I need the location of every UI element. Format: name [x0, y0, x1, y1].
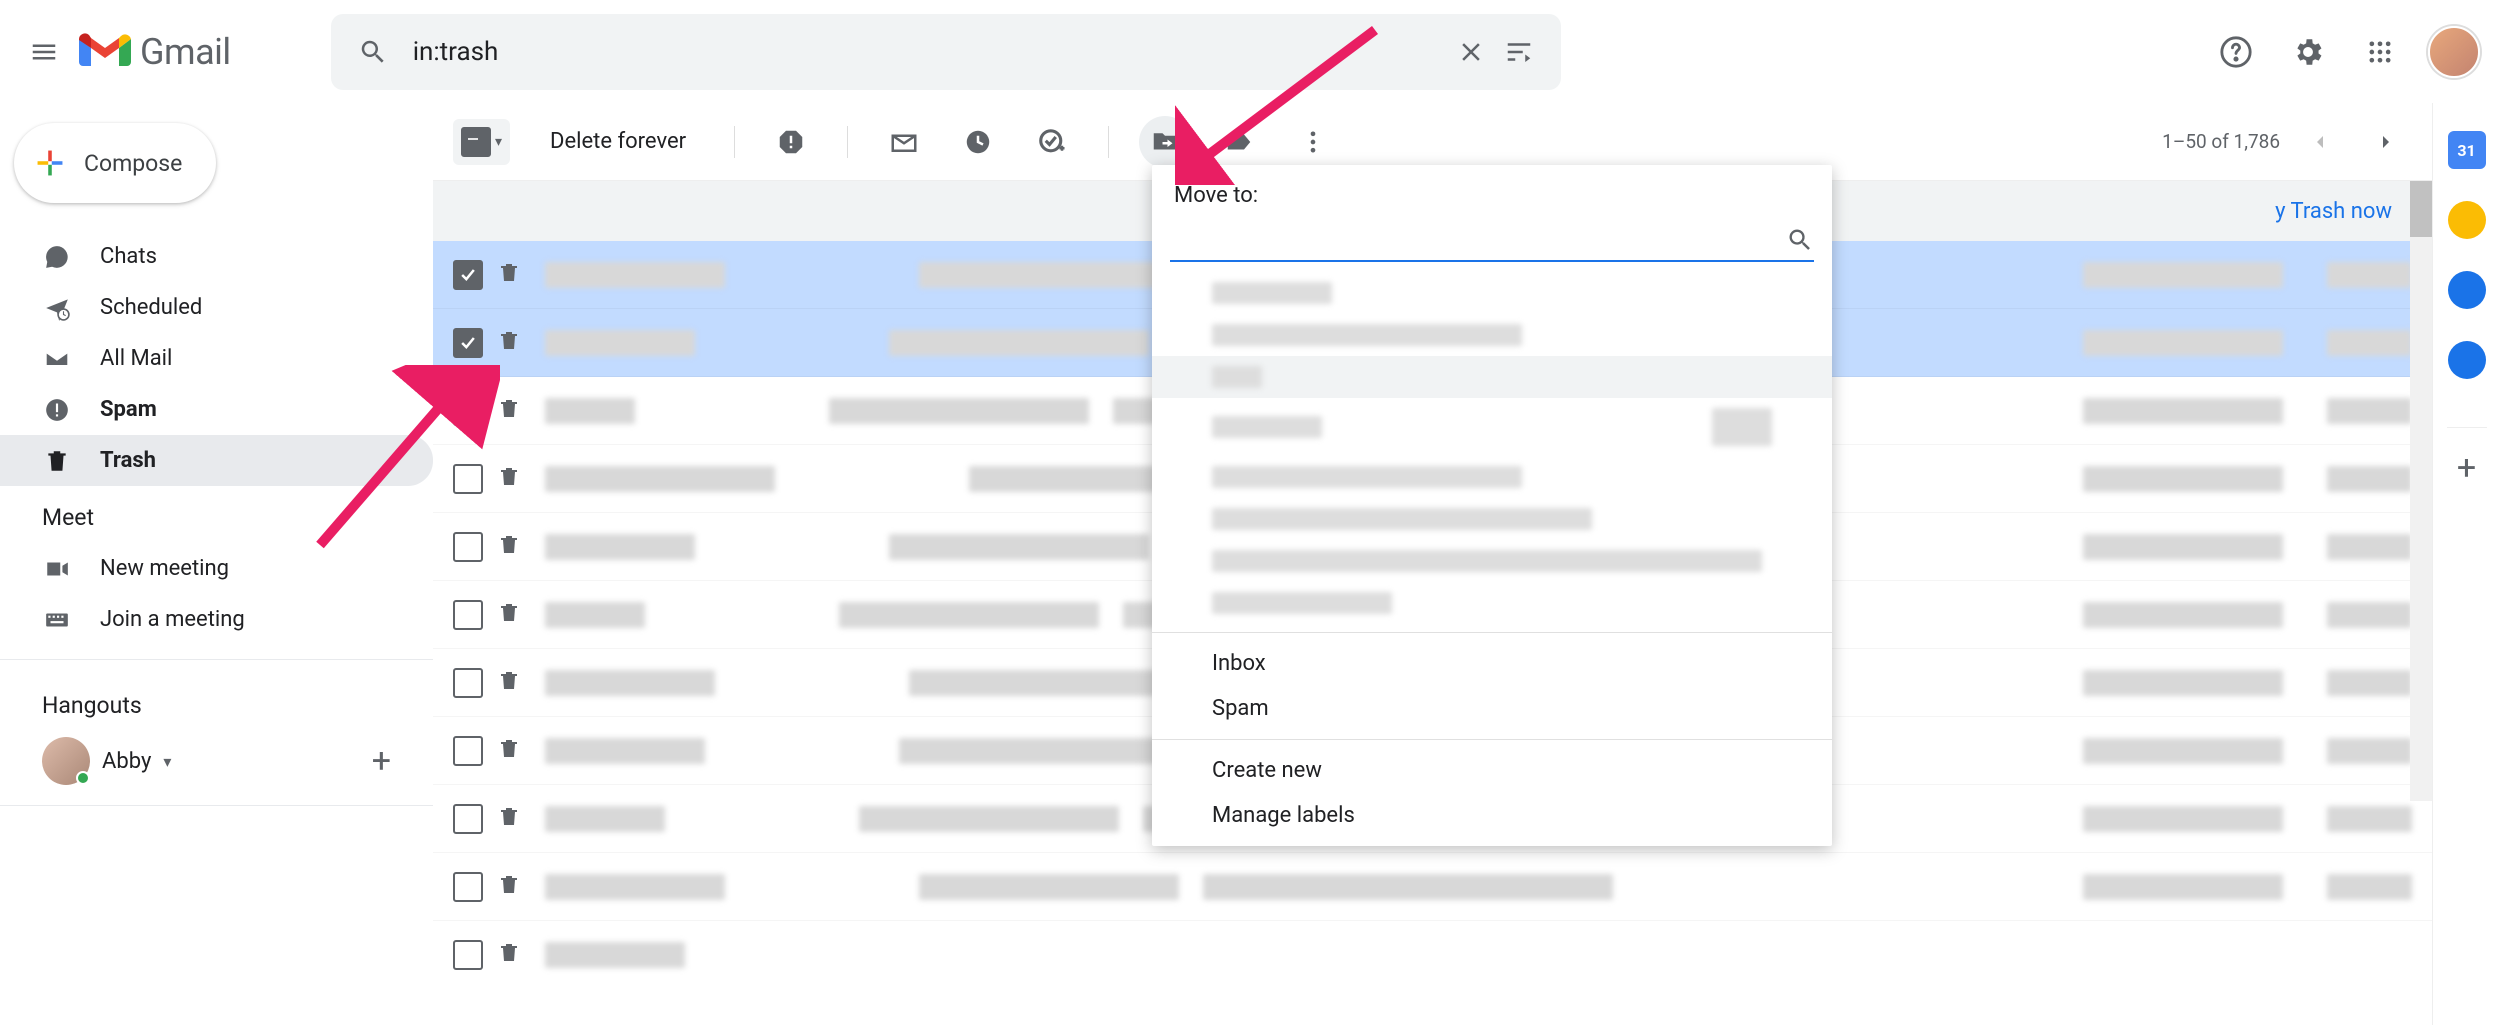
scrollbar-thumb[interactable] [2410, 181, 2432, 237]
dropdown-label-item[interactable] [1152, 498, 1832, 540]
trash-icon [497, 805, 521, 833]
dropdown-inbox-item[interactable]: Inbox [1152, 641, 1832, 686]
compose-label: Compose [84, 150, 182, 177]
sidebar-item-scheduled[interactable]: Scheduled [0, 282, 433, 333]
keyboard-icon [42, 607, 72, 633]
row-checkbox[interactable] [453, 804, 483, 834]
report-spam-button[interactable] [765, 116, 817, 168]
allmail-icon [42, 346, 72, 372]
select-all-checkbox[interactable]: ▾ [453, 119, 510, 165]
compose-button[interactable]: Compose [14, 123, 216, 203]
row-checkbox[interactable] [453, 940, 483, 970]
main-menu-button[interactable] [20, 28, 68, 76]
apps-icon[interactable] [2356, 28, 2404, 76]
dropdown-label-item[interactable] [1152, 314, 1832, 356]
contacts-app-icon[interactable] [2448, 341, 2486, 379]
tasks-app-icon[interactable] [2448, 271, 2486, 309]
spam-icon [42, 397, 72, 423]
hangouts-user-row[interactable]: Abby ▾ + [0, 731, 433, 791]
dropdown-search-input[interactable] [1170, 222, 1786, 258]
trash-icon [42, 448, 72, 474]
row-checkbox[interactable] [453, 600, 483, 630]
hangouts-avatar [42, 737, 90, 785]
right-sidepanel: 31 + [2432, 103, 2500, 1025]
clear-search-icon[interactable] [1447, 28, 1495, 76]
chat-icon [42, 244, 72, 270]
keep-app-icon[interactable] [2448, 201, 2486, 239]
search-icon [1786, 226, 1814, 254]
help-icon[interactable] [2212, 28, 2260, 76]
vertical-scrollbar[interactable] [2410, 181, 2432, 801]
hangouts-section-header: Hangouts [0, 674, 433, 731]
add-app-button[interactable]: + [2447, 427, 2487, 488]
trash-icon [497, 941, 521, 969]
add-to-tasks-button[interactable] [1026, 116, 1078, 168]
sidebar-item-chats[interactable]: Chats [0, 231, 433, 282]
dropdown-label-item[interactable] [1152, 582, 1832, 624]
plus-icon [34, 147, 66, 179]
gmail-m-icon [78, 32, 132, 72]
gmail-logo-text: Gmail [140, 31, 231, 73]
video-icon [42, 556, 72, 582]
trash-icon [497, 601, 521, 629]
empty-trash-link[interactable]: y Trash now [2275, 199, 2392, 224]
dropdown-label-item[interactable] [1152, 356, 1832, 398]
dropdown-label-item[interactable] [1152, 540, 1832, 582]
message-row[interactable] [433, 853, 2432, 921]
dropdown-create-new-item[interactable]: Create new [1152, 748, 1832, 793]
trash-icon [497, 261, 521, 289]
trash-icon [497, 465, 521, 493]
hamburger-icon [29, 37, 59, 67]
presence-indicator [76, 771, 90, 785]
row-checkbox[interactable] [453, 872, 483, 902]
message-row[interactable] [433, 921, 2432, 989]
gmail-logo[interactable]: Gmail [78, 31, 231, 73]
annotation-arrow-left [300, 365, 500, 565]
pagination-info: 1–50 of 1,786 [2162, 130, 2280, 153]
trash-icon [497, 737, 521, 765]
sidebar-item-join-meeting[interactable]: Join a meeting [0, 594, 433, 645]
trash-icon [497, 533, 521, 561]
add-hangout-button[interactable]: + [372, 741, 391, 781]
search-options-icon[interactable] [1495, 28, 1543, 76]
scheduled-icon [42, 295, 72, 321]
dropdown-label-item[interactable] [1152, 456, 1832, 498]
row-checkbox[interactable] [453, 260, 483, 290]
mark-read-button[interactable] [878, 116, 930, 168]
dropdown-manage-labels-item[interactable]: Manage labels [1152, 793, 1832, 838]
account-avatar[interactable] [2428, 26, 2480, 78]
move-to-dropdown: Move to: Inbox Spam Create new Manage la… [1152, 165, 1832, 846]
hangouts-user-name: Abby [102, 749, 151, 774]
delete-forever-button[interactable]: Delete forever [532, 129, 704, 154]
trash-icon [497, 397, 521, 425]
trash-icon [497, 669, 521, 697]
dropdown-label-item[interactable] [1152, 272, 1832, 314]
row-checkbox[interactable] [453, 328, 483, 358]
newer-page-button[interactable] [2294, 116, 2346, 168]
chevron-down-icon[interactable]: ▾ [495, 134, 502, 150]
row-checkbox[interactable] [453, 736, 483, 766]
dropdown-label-item[interactable] [1152, 398, 1832, 456]
calendar-app-icon[interactable]: 31 [2448, 131, 2486, 169]
trash-icon [497, 873, 521, 901]
row-checkbox[interactable] [453, 668, 483, 698]
older-page-button[interactable] [2360, 116, 2412, 168]
search-icon[interactable] [349, 28, 397, 76]
annotation-arrow-top [1175, 20, 1395, 185]
header-right-icons [2212, 26, 2480, 78]
dropdown-spam-item[interactable]: Spam [1152, 686, 1832, 731]
snooze-button[interactable] [952, 116, 1004, 168]
trash-icon [497, 329, 521, 357]
dropdown-search-field[interactable] [1170, 220, 1814, 262]
chevron-down-icon[interactable]: ▾ [163, 752, 171, 771]
settings-icon[interactable] [2284, 28, 2332, 76]
